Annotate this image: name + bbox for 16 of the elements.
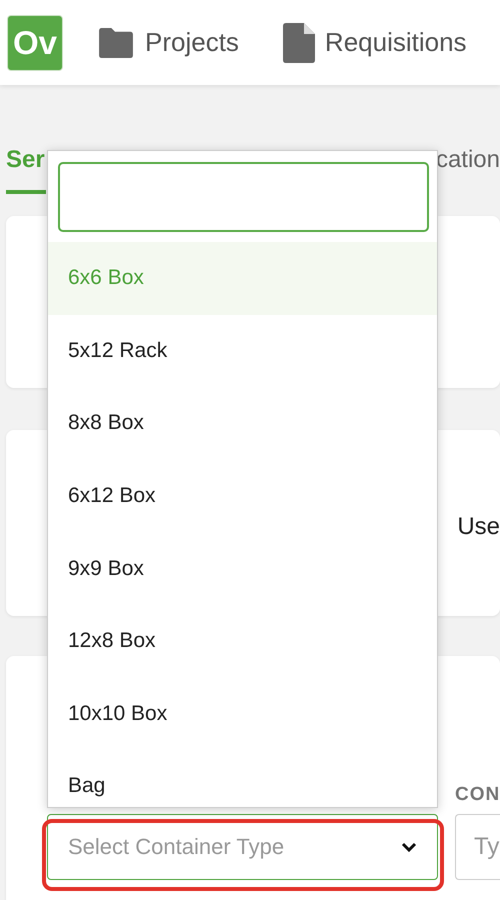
dropdown-option[interactable]: 8x8 Box [48, 387, 437, 460]
document-icon [282, 22, 315, 62]
search-field[interactable] [58, 162, 429, 232]
nav-link[interactable]: Projects [97, 26, 239, 58]
dropdown-option[interactable]: 9x9 Box [48, 532, 437, 605]
folder-icon [97, 26, 135, 58]
tab[interactable]: cation [436, 143, 500, 194]
chevron-down-icon [401, 842, 417, 852]
card-text: Use [457, 512, 500, 541]
dropdown-option[interactable]: 5x12 Rack [48, 314, 437, 388]
dropdown-option[interactable]: 12x8 Box [48, 604, 437, 678]
input-field[interactable]: Ty [455, 814, 500, 880]
nav-link[interactable]: Requisitions [282, 22, 467, 62]
dropdown-option[interactable]: 6x12 Box [48, 460, 437, 532]
dropdown-option[interactable]: 10x10 Box [48, 678, 437, 750]
field-label: CON [455, 784, 500, 806]
